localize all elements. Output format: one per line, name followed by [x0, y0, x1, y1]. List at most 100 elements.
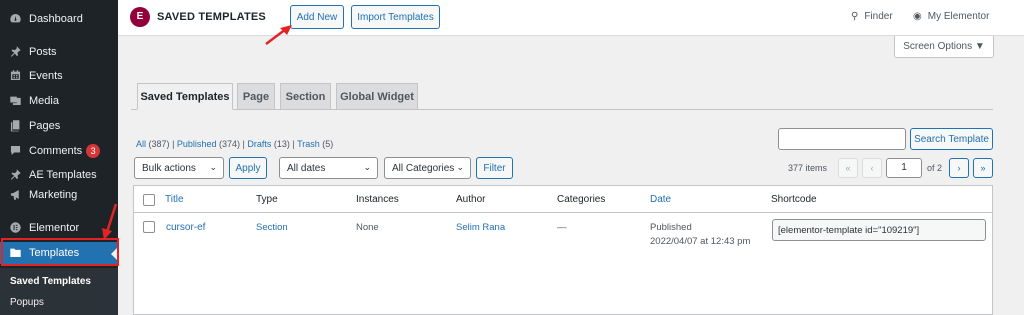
sidebar-item-elementor[interactable]: Elementor — [0, 217, 118, 239]
total-pages-label: of 2 — [927, 163, 943, 173]
sidebar-item-label: Elementor — [29, 222, 80, 234]
pin-icon — [8, 45, 22, 59]
next-page-button[interactable]: › — [949, 158, 969, 178]
media-icon — [8, 94, 22, 108]
sidebar-item-label: Posts — [29, 46, 57, 58]
search-template-button[interactable]: Search Template — [910, 128, 993, 150]
sidebar-item-events[interactable]: Events — [0, 65, 118, 87]
tab-saved-templates[interactable]: Saved Templates — [137, 83, 233, 110]
pin-icon — [8, 168, 22, 182]
view-separator: | — [242, 139, 245, 149]
sidebar-item-label: AE Templates — [29, 169, 97, 181]
view-all[interactable]: All — [136, 139, 146, 149]
comments-count-badge: 3 — [86, 144, 101, 158]
admin-sidebar: Dashboard Posts Events Media Pages Comme… — [0, 0, 119, 315]
sidebar-item-comments[interactable]: Comments 3 — [0, 140, 118, 162]
chevron-down-icon: ⌄ — [209, 162, 217, 172]
view-trash[interactable]: Trash — [297, 139, 320, 149]
user-circle-icon: ◉ — [913, 11, 922, 22]
row-title-link[interactable]: cursor-ef — [166, 222, 205, 233]
view-published[interactable]: Published — [177, 139, 217, 149]
chevron-down-icon: ⌄ — [456, 162, 464, 172]
sidebar-item-label: Media — [29, 95, 59, 107]
bulk-actions-select[interactable]: Bulk actions ⌄ — [134, 157, 224, 179]
add-new-button[interactable]: Add New — [290, 5, 344, 29]
tab-section[interactable]: Section — [280, 83, 331, 110]
row-categories: — — [557, 222, 567, 233]
dates-filter-select[interactable]: All dates ⌄ — [279, 157, 378, 179]
sidebar-item-posts[interactable]: Posts — [0, 41, 118, 63]
row-date-status: Published — [650, 222, 692, 233]
column-type: Type — [256, 194, 278, 205]
sidebar-item-ae-templates[interactable]: AE Templates — [0, 164, 118, 186]
view-drafts[interactable]: Drafts — [247, 139, 271, 149]
templates-submenu: Saved Templates Popups — [0, 268, 118, 315]
row-author-link[interactable]: Selim Rana — [456, 222, 505, 233]
view-published-count: (374) — [218, 139, 240, 149]
finder-link[interactable]: ⚲ Finder — [851, 11, 893, 22]
submenu-item-popups[interactable]: Popups — [10, 297, 44, 308]
import-templates-button[interactable]: Import Templates — [351, 5, 440, 29]
pages-icon — [8, 119, 22, 133]
items-count: 377 items — [788, 163, 828, 173]
comment-icon — [8, 144, 22, 158]
view-trash-count: (5) — [322, 139, 334, 149]
categories-filter-select[interactable]: All Categories ⌄ — [384, 157, 471, 179]
column-date[interactable]: Date — [650, 194, 671, 205]
finder-label: Finder — [864, 11, 893, 22]
chevron-down-icon: ⌄ — [363, 162, 371, 172]
page-title: SAVED TEMPLATES — [157, 11, 266, 23]
dashboard-icon — [8, 12, 22, 26]
column-author: Author — [456, 194, 486, 205]
active-menu-pointer — [111, 248, 117, 260]
sidebar-item-dashboard[interactable]: Dashboard — [0, 8, 118, 30]
select-all-checkbox[interactable] — [143, 194, 155, 206]
row-checkbox[interactable] — [143, 221, 155, 233]
row-shortcode-field[interactable]: [elementor-template id="109219"] — [772, 219, 986, 241]
my-elementor-link[interactable]: ◉ My Elementor — [913, 11, 989, 22]
bulk-actions-value: Bulk actions — [142, 162, 196, 174]
column-categories: Categories — [557, 194, 606, 205]
my-elementor-label: My Elementor — [927, 11, 990, 22]
search-templates-input[interactable] — [778, 128, 906, 150]
column-instances: Instances — [356, 194, 399, 205]
sidebar-item-label: Comments — [29, 145, 83, 157]
submenu-item-saved-templates[interactable]: Saved Templates — [10, 276, 91, 287]
sidebar-item-label: Pages — [29, 120, 61, 132]
first-page-button[interactable]: « — [838, 158, 858, 178]
prev-page-button[interactable]: ‹ — [862, 158, 882, 178]
apply-button[interactable]: Apply — [229, 157, 267, 179]
tab-global-widget[interactable]: Global Widget — [336, 83, 418, 110]
view-separator: | — [292, 139, 295, 149]
elementor-logo: E — [130, 7, 150, 27]
table-header: Title Type Instances Author Categories D… — [134, 186, 992, 213]
row-instances: None — [356, 222, 379, 233]
view-all-count: (387) — [148, 139, 170, 149]
tab-page[interactable]: Page — [237, 83, 275, 110]
view-separator: | — [172, 139, 175, 149]
search-icon: ⚲ — [851, 11, 859, 22]
status-views: All (387) | Published (374) | Drafts (13… — [136, 139, 333, 149]
dates-filter-value: All dates — [287, 162, 326, 174]
templates-highlight-outline — [1, 238, 119, 266]
calendar-icon — [8, 69, 22, 83]
sidebar-item-media[interactable]: Media — [0, 90, 118, 112]
sidebar-item-marketing[interactable]: Marketing — [0, 184, 118, 206]
sidebar-item-label: Marketing — [29, 189, 78, 201]
row-type-link[interactable]: Section — [256, 222, 288, 233]
filter-button[interactable]: Filter — [476, 157, 513, 179]
elementor-top-bar: E SAVED TEMPLATES Add New Import Templat… — [118, 0, 1024, 36]
row-date: 2022/04/07 at 12:43 pm — [650, 236, 751, 247]
column-title[interactable]: Title — [165, 194, 184, 205]
megaphone-icon — [8, 188, 22, 202]
view-drafts-count: (13) — [273, 139, 290, 149]
categories-filter-value: All Categories — [392, 162, 455, 174]
sidebar-item-pages[interactable]: Pages — [0, 115, 118, 137]
column-shortcode: Shortcode — [771, 194, 817, 205]
sidebar-item-label: Events — [29, 70, 63, 82]
sidebar-item-label: Dashboard — [29, 13, 83, 25]
current-page-input[interactable]: 1 — [886, 158, 922, 178]
last-page-button[interactable]: » — [973, 158, 993, 178]
screen-options-button[interactable]: Screen Options ▼ — [894, 36, 994, 58]
elementor-icon — [8, 221, 22, 235]
